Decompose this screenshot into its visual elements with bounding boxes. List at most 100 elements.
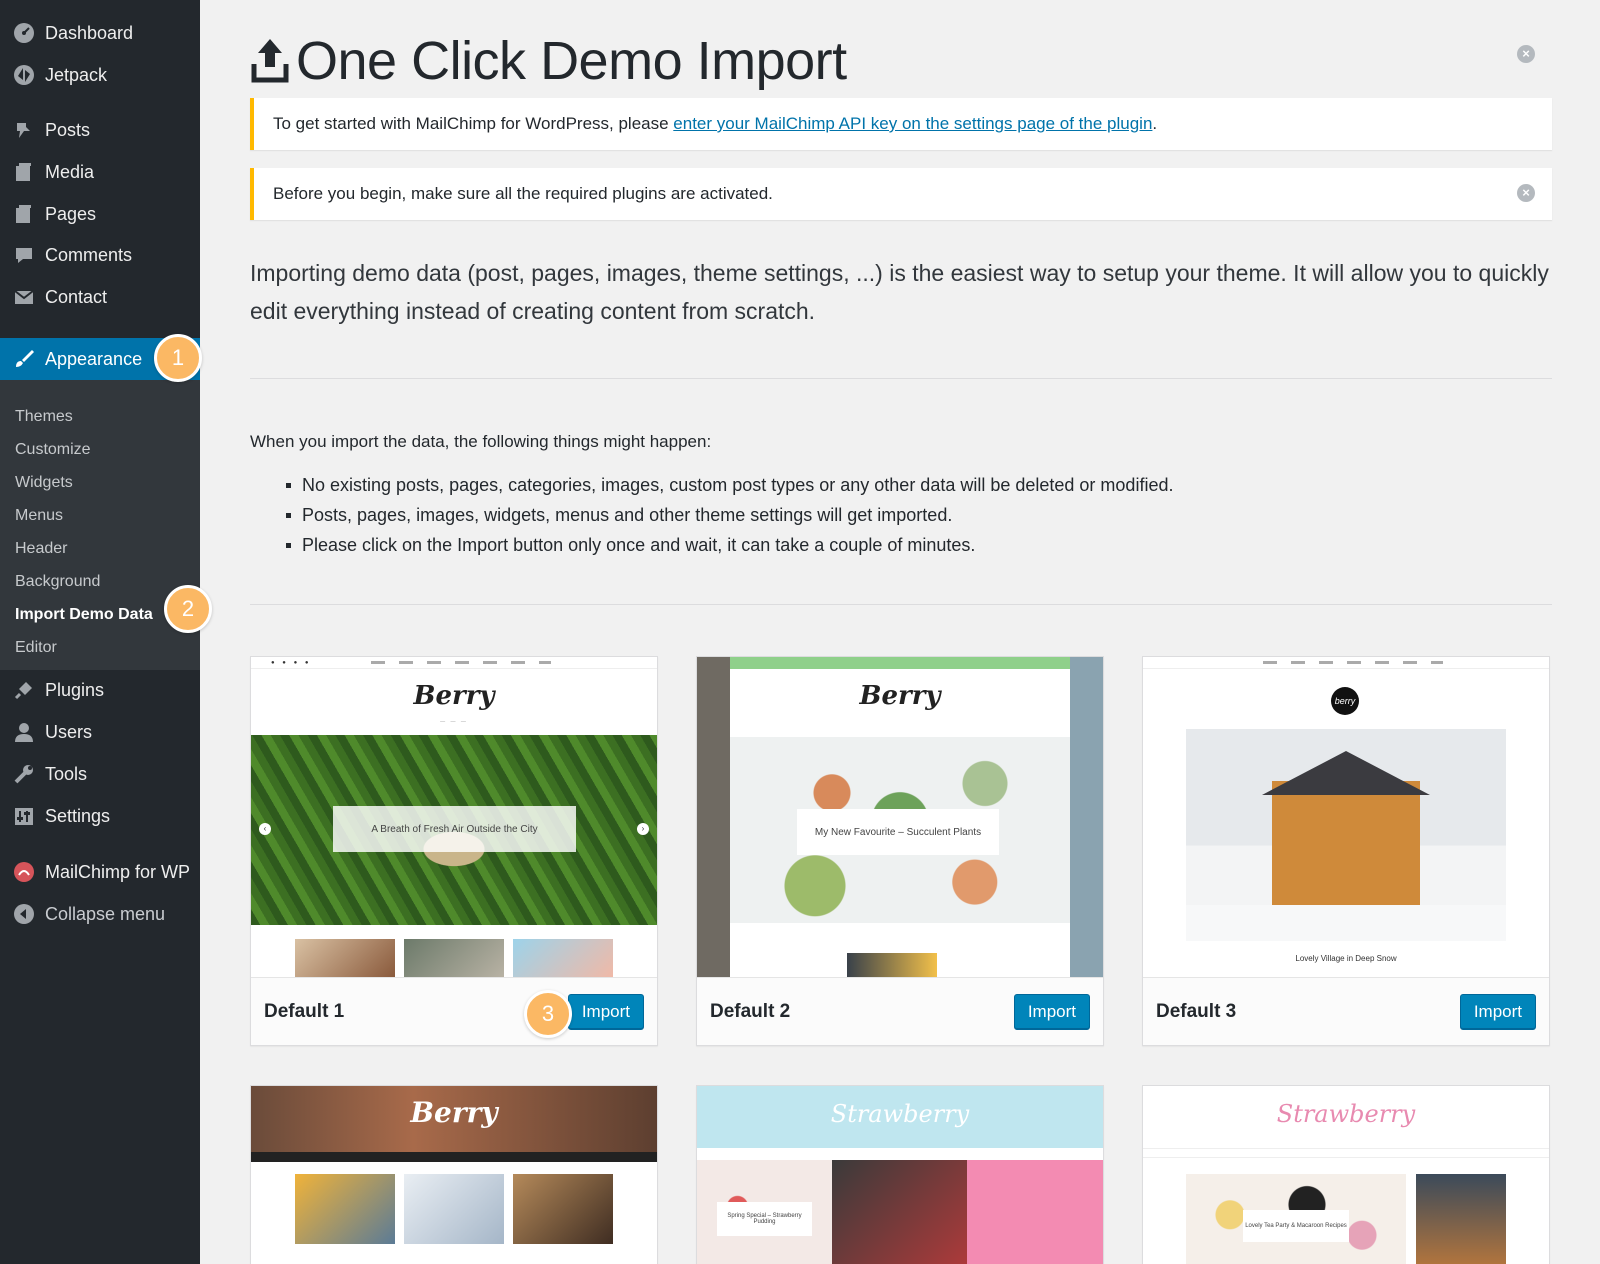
preview-thumbnail xyxy=(513,939,613,977)
preview-hero-caption: Lovely Tea Party & Macaroon Recipes xyxy=(1243,1210,1349,1242)
demo-card-5: Strawberry Spring Special – Strawberry P… xyxy=(696,1085,1104,1264)
menu-users[interactable]: Users xyxy=(0,712,200,752)
submenu-header[interactable]: Header xyxy=(15,538,67,560)
preview-hero-caption: Spring Special – Strawberry Pudding xyxy=(717,1202,812,1236)
list-item: No existing posts, pages, categories, im… xyxy=(286,470,1173,500)
demo-card-footer: Default 2 Import xyxy=(697,977,1103,1045)
menu-jetpack[interactable]: Jetpack xyxy=(0,55,200,95)
jetpack-icon xyxy=(12,63,36,87)
demo-preview-image[interactable]: ● ● ● ● Berry — — — A Breath of Fresh Ai… xyxy=(251,657,657,977)
submenu-background[interactable]: Background xyxy=(15,571,100,593)
menu-tools[interactable]: Tools xyxy=(0,754,200,794)
demo-card-default-1: ● ● ● ● Berry — — — A Breath of Fresh Ai… xyxy=(250,656,658,1046)
preview-post-title: Lovely Village in Deep Snow xyxy=(1295,954,1397,963)
preview-thumbnail xyxy=(295,1174,395,1244)
notice-text: Before you begin, make sure all the requ… xyxy=(273,184,773,203)
demo-preview-image[interactable]: Strawberry Spring Special – Strawberry P… xyxy=(697,1086,1103,1264)
demo-card-footer: Default 3 Import xyxy=(1143,977,1549,1045)
menu-plugins[interactable]: Plugins xyxy=(0,670,200,710)
preview-thumbnail xyxy=(513,1174,613,1244)
demo-card-default-2: Berry My New Favourite – Succulent Plant… xyxy=(696,656,1104,1046)
notice-dismiss-icon[interactable]: × xyxy=(1517,184,1535,202)
menu-settings[interactable]: Settings xyxy=(0,796,200,836)
preview-hero-image xyxy=(1186,729,1506,941)
menu-label: Plugins xyxy=(45,679,105,700)
notice-text: To get started with MailChimp for WordPr… xyxy=(273,114,1157,134)
menu-label: Posts xyxy=(45,119,91,140)
demo-preview-image[interactable]: berry Lovely Village in Deep Snow xyxy=(1143,657,1549,977)
collapse-arrow-icon xyxy=(12,902,36,926)
submenu-widgets[interactable]: Widgets xyxy=(15,472,73,494)
preview-logo: Strawberry xyxy=(1276,1100,1416,1128)
preview-next-icon: › xyxy=(637,823,649,835)
pages-icon xyxy=(12,202,36,226)
demo-card-6: Strawberry Lovely Tea Party & Macaroon R… xyxy=(1142,1085,1550,1264)
page-title: One Click Demo Import xyxy=(296,31,847,91)
preview-nav xyxy=(1143,657,1549,669)
demo-card-default-3: berry Lovely Village in Deep Snow Defaul… xyxy=(1142,656,1550,1046)
preview-logo: berry xyxy=(1331,687,1359,715)
preview-logo: Berry xyxy=(413,681,495,711)
preview-nav xyxy=(251,1152,657,1162)
user-icon xyxy=(12,720,36,744)
menu-label: Comments xyxy=(45,244,133,265)
menu-contact[interactable]: Contact xyxy=(0,277,200,317)
preview-hero-image xyxy=(832,1160,967,1264)
appearance-submenu: Themes Customize Widgets Menus Header Ba… xyxy=(0,380,200,670)
menu-label: Collapse menu xyxy=(45,903,166,924)
plug-icon xyxy=(12,678,36,702)
step-badge: 2 xyxy=(164,585,212,633)
demo-card-footer: Default 1 Import xyxy=(251,977,657,1045)
menu-pages[interactable]: Pages xyxy=(0,194,200,234)
demo-card-4: Berry xyxy=(250,1085,658,1264)
menu-dashboard[interactable]: Dashboard xyxy=(0,13,200,53)
menu-label: Dashboard xyxy=(45,22,134,43)
preview-hero-caption: A Breath of Fresh Air Outside the City xyxy=(333,806,576,852)
menu-comments[interactable]: Comments xyxy=(0,235,200,275)
step-badge: 3 xyxy=(524,990,572,1038)
wrench-icon xyxy=(12,762,36,786)
preview-logo: Berry xyxy=(859,681,941,711)
preview-thumbnail xyxy=(404,939,504,977)
page-header: One Click Demo Import xyxy=(250,30,847,92)
preview-thumbnail xyxy=(295,939,395,977)
submenu-customize[interactable]: Customize xyxy=(15,439,91,461)
menu-label: Jetpack xyxy=(45,64,108,85)
preview-prev-icon: ‹ xyxy=(259,823,271,835)
demo-name: Default 2 xyxy=(710,1000,791,1022)
import-button[interactable]: Import xyxy=(1013,993,1090,1030)
demo-name: Default 3 xyxy=(1156,1000,1237,1022)
preview-hero-caption: My New Favourite – Succulent Plants xyxy=(797,809,999,855)
menu-mailchimp[interactable]: MailChimp for WP xyxy=(0,852,200,892)
submenu-editor[interactable]: Editor xyxy=(15,637,57,659)
close-icon[interactable]: × xyxy=(1517,45,1535,63)
preview-logo: Berry xyxy=(410,1096,498,1129)
submenu-menus[interactable]: Menus xyxy=(15,505,63,527)
demo-preview-image[interactable]: Strawberry Lovely Tea Party & Macaroon R… xyxy=(1143,1086,1549,1264)
preview-nav xyxy=(1143,1148,1549,1158)
warning-list: No existing posts, pages, categories, im… xyxy=(286,470,1173,560)
mailchimp-notice: To get started with MailChimp for WordPr… xyxy=(250,98,1552,150)
demo-preview-image[interactable]: Berry My New Favourite – Succulent Plant… xyxy=(697,657,1103,977)
submenu-themes[interactable]: Themes xyxy=(15,406,73,428)
menu-media[interactable]: Media xyxy=(0,152,200,192)
preview-nav: ● ● ● ● xyxy=(251,657,657,669)
intro-text: Importing demo data (post, pages, images… xyxy=(250,260,1549,324)
import-button[interactable]: Import xyxy=(567,993,644,1030)
submenu-import-demo-data[interactable]: Import Demo Data xyxy=(15,604,153,626)
mailchimp-icon xyxy=(12,860,36,884)
admin-sidebar: Dashboard Jetpack Posts Media Pages Comm… xyxy=(0,0,200,1264)
mailchimp-settings-link[interactable]: enter your MailChimp API key on the sett… xyxy=(673,114,1152,133)
divider xyxy=(250,378,1552,379)
dashboard-icon xyxy=(12,21,36,45)
demo-preview-image[interactable]: Berry xyxy=(251,1086,657,1264)
menu-label: Contact xyxy=(45,286,108,307)
import-button[interactable]: Import xyxy=(1459,993,1536,1030)
menu-label: Settings xyxy=(45,805,111,826)
demo-name: Default 1 xyxy=(264,1000,345,1022)
sliders-icon xyxy=(12,804,36,828)
menu-label: Tools xyxy=(45,763,88,784)
menu-label: Appearance xyxy=(45,348,143,369)
menu-posts[interactable]: Posts xyxy=(0,110,200,150)
menu-collapse[interactable]: Collapse menu xyxy=(0,894,200,934)
